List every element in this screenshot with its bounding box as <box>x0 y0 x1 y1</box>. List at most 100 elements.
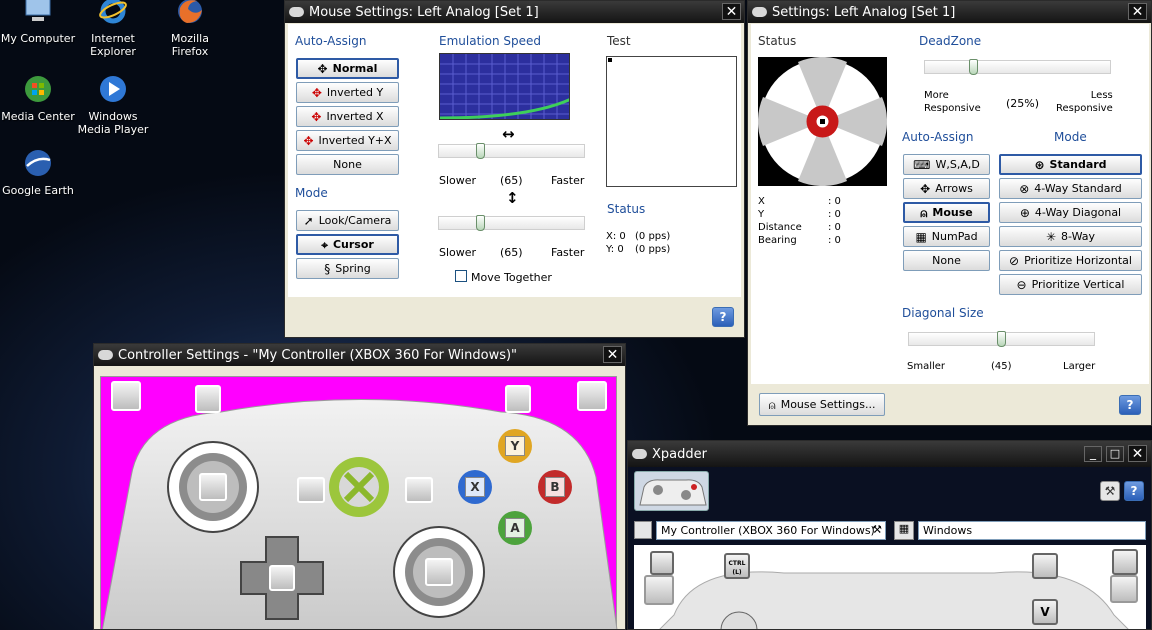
analog-settings-titlebar[interactable]: Settings: Left Analog [Set 1] <box>748 1 1151 23</box>
button-x[interactable]: X <box>458 470 492 504</box>
controller-select[interactable]: My Controller (XBOX 360 For Windows) ⚒ <box>656 521 886 540</box>
move-together-checkbox[interactable] <box>455 270 467 282</box>
controller-thumbnail-tab[interactable] <box>634 471 709 511</box>
slider-thumb[interactable] <box>969 59 978 75</box>
cursor-arrow-icon: ➚ <box>303 213 314 228</box>
aa-none-button[interactable]: None <box>296 154 399 175</box>
aa-inverted-x-button[interactable]: ✥ Inverted X <box>296 106 399 127</box>
media-center-icon <box>21 72 55 106</box>
help-button[interactable]: ? <box>1124 481 1144 501</box>
bind-slot-right-trigger[interactable] <box>577 381 607 411</box>
mode-look-camera-button[interactable]: ➚ Look/Camera <box>296 210 399 231</box>
inverted-arrows-icon: ✥ <box>303 133 314 148</box>
aa-inverted-yx-label: Inverted Y+X <box>318 134 392 147</box>
mouse-settings-button[interactable]: ⍝ Mouse Settings... <box>759 393 885 416</box>
tools-button[interactable]: ⚒ <box>1100 481 1120 501</box>
desktop-icon-media-center[interactable]: Media Center <box>0 72 76 123</box>
bind-slot-back[interactable] <box>297 477 325 503</box>
horizontal-speed-slider[interactable] <box>438 143 585 159</box>
key-ctrl-l-label: CTRL (L) <box>728 560 746 576</box>
aa-wsad-button[interactable]: ⌨ W,S,A,D <box>903 154 990 175</box>
desktop-icon-label: My Computer <box>0 32 76 45</box>
aa-arrows-button[interactable]: ✥ Arrows <box>903 178 990 199</box>
bind-slot-left-stick[interactable] <box>199 473 227 501</box>
move-together-label: Move Together <box>471 271 552 284</box>
bind-slot-start[interactable] <box>405 477 433 503</box>
smaller-label: Smaller <box>907 361 946 372</box>
help-button[interactable]: ? <box>1119 395 1141 415</box>
button-b[interactable]: B <box>538 470 572 504</box>
desktop-icon-windows-media-player[interactable]: Windows Media Player <box>75 72 151 136</box>
bind-slot-right-bumper[interactable] <box>505 385 531 413</box>
mode-8way-button[interactable]: ✳ 8-Way <box>999 226 1142 247</box>
diagonal-size-slider[interactable] <box>908 331 1095 347</box>
profile-select-icon[interactable]: ▦ <box>894 521 914 540</box>
desktop-icon-label: Google Earth <box>2 184 74 197</box>
mode-cursor-button[interactable]: ⌖ Cursor <box>296 234 399 255</box>
auto-assign-heading: Auto-Assign <box>295 34 367 48</box>
desktop-icon-label: Internet Explorer <box>90 32 136 58</box>
slider-thumb[interactable] <box>476 215 485 231</box>
bind-slot-left-bumper[interactable] <box>644 575 674 605</box>
vertical-speed-slider[interactable] <box>438 215 585 231</box>
mode-prioritize-vertical-label: Prioritize Vertical <box>1031 278 1125 291</box>
bind-slot-right-settings[interactable] <box>1110 575 1138 603</box>
bind-slot-left-trigger[interactable] <box>111 381 141 411</box>
aa-inverted-yx-button[interactable]: ✥ Inverted Y+X <box>296 130 399 151</box>
speed-curve-graph <box>439 53 570 120</box>
desktop-icon-label: Media Center <box>1 110 75 123</box>
bind-slot-left-bumper[interactable] <box>195 385 221 413</box>
maximize-button[interactable]: □ <box>1106 446 1124 462</box>
desktop-icon-internet-explorer[interactable]: Internet Explorer <box>75 0 151 58</box>
bind-slot-right-stick[interactable] <box>425 558 453 586</box>
aa-none-button[interactable]: None <box>903 250 990 271</box>
profile-select[interactable]: Windows <box>918 521 1146 540</box>
bind-slot-right-bumper[interactable] <box>1032 553 1058 579</box>
aa-normal-button[interactable]: ✥ Normal <box>296 58 399 79</box>
aa-inverted-y-button[interactable]: ✥ Inverted Y <box>296 82 399 103</box>
keyboard-icon: ⌨ <box>913 157 931 172</box>
desktop-icon-my-computer[interactable]: My Computer <box>0 0 76 45</box>
button-a[interactable]: A <box>498 511 532 545</box>
inverted-arrows-icon: ✥ <box>311 109 322 124</box>
slider-thumb[interactable] <box>997 331 1006 347</box>
mode-prioritize-vertical-button[interactable]: ⊖ Prioritize Vertical <box>999 274 1142 295</box>
bind-slot-y[interactable]: V <box>1032 599 1058 625</box>
controller-settings-titlebar[interactable]: Controller Settings - "My Controller (XB… <box>94 344 625 366</box>
bind-slot-dpad[interactable] <box>269 565 295 591</box>
deadzone-slider[interactable] <box>924 59 1111 75</box>
slider-thumb[interactable] <box>476 143 485 159</box>
mode-prioritize-horizontal-button[interactable]: ⊘ Prioritize Horizontal <box>999 250 1142 271</box>
close-button[interactable]: ✕ <box>1128 445 1147 462</box>
xpadder-titlebar[interactable]: Xpadder <box>628 441 1151 467</box>
bind-slot-ctrl-l[interactable]: CTRL (L) <box>724 553 750 579</box>
emulation-speed-heading: Emulation Speed <box>439 34 541 48</box>
mode-4way-standard-button[interactable]: ⊗ 4-Way Standard <box>999 178 1142 199</box>
mouse-settings-window: Mouse Settings: Left Analog [Set 1] ✕ Au… <box>284 0 745 338</box>
aa-mouse-button[interactable]: ⍝ Mouse <box>903 202 990 223</box>
aa-inverted-y-label: Inverted Y <box>326 86 384 99</box>
stick-info-label: Bearing <box>758 235 797 246</box>
bind-slot-left-trigger[interactable] <box>650 551 674 575</box>
close-button[interactable]: ✕ <box>603 346 622 363</box>
minimize-button[interactable]: _ <box>1084 446 1102 462</box>
mode-4way-diagonal-button[interactable]: ⊕ 4-Way Diagonal <box>999 202 1142 223</box>
test-area[interactable] <box>606 56 737 187</box>
help-button[interactable]: ? <box>712 307 734 327</box>
button-y[interactable]: Y <box>498 429 532 463</box>
desktop-icon-google-earth[interactable]: Google Earth <box>0 146 76 197</box>
mouse-settings-titlebar[interactable]: Mouse Settings: Left Analog [Set 1] <box>285 1 744 23</box>
desktop-icon-firefox[interactable]: Mozilla Firefox <box>152 0 228 58</box>
mode-spring-button[interactable]: § Spring <box>296 258 399 279</box>
aa-numpad-button[interactable]: ▦ NumPad <box>903 226 990 247</box>
prioritize-vertical-icon: ⊖ <box>1016 277 1027 292</box>
close-button[interactable]: ✕ <box>722 3 741 20</box>
aa-wsad-label: W,S,A,D <box>935 158 980 171</box>
test-heading: Test <box>607 34 631 48</box>
controller-select-icon[interactable] <box>634 521 652 539</box>
bind-slot-right-trigger[interactable] <box>1112 549 1138 575</box>
close-button[interactable]: ✕ <box>1128 3 1147 20</box>
mode-standard-button[interactable]: ⊛ Standard <box>999 154 1142 175</box>
aa-numpad-label: NumPad <box>931 230 978 243</box>
cursor-icon: ⌖ <box>321 237 328 252</box>
